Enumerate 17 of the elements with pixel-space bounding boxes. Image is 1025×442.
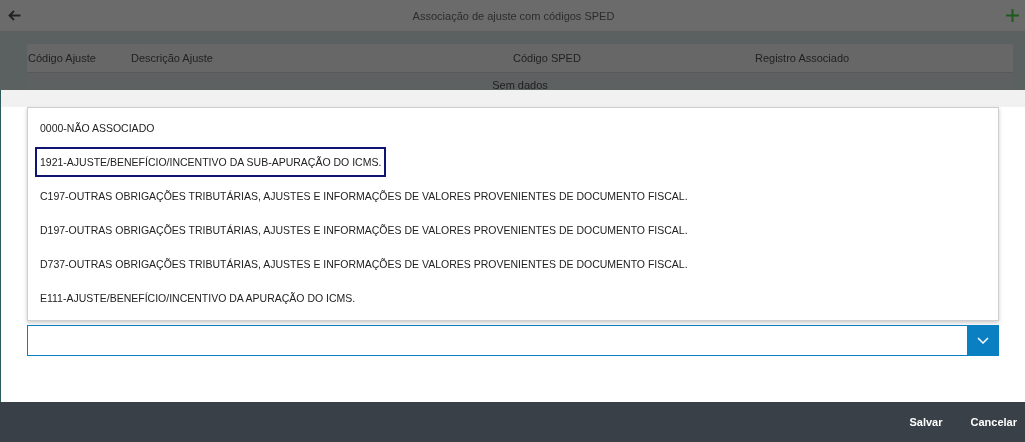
column-header: Código SPED xyxy=(513,52,582,64)
back-arrow-icon[interactable] xyxy=(8,10,21,21)
column-header: Descrição Ajuste xyxy=(131,52,214,64)
window-title: Associação de ajuste com códigos SPED xyxy=(412,9,615,22)
cancel-button[interactable]: Cancelar xyxy=(970,416,1017,428)
dropdown-option[interactable]: E111-AJUSTE/BENEFÍCIO/INCENTIVO DA APURAÇÃO DO ICMS. xyxy=(35,283,361,313)
dropdown-option[interactable]: 0000-NÃO ASSOCIADO xyxy=(35,113,160,143)
select-field[interactable] xyxy=(27,325,999,356)
dropdown-option[interactable]: D737-OUTRAS OBRIGAÇÕES TRIBUTÁRIAS, AJUSTES E INFORMAÇÕES DE VALORES PROVENIENTES DE DOCUMENTO FISCAL. xyxy=(35,249,693,279)
dropdown-option[interactable]: 1921-AJUSTE/BENEFÍCIO/INCENTIVO DA SUB-APURAÇÃO DO ICMS. xyxy=(35,147,387,177)
dropdown-option[interactable]: D197-OUTRAS OBRIGAÇÕES TRIBUTÁRIAS, AJUSTES E INFORMAÇÕES DE VALORES PROVENIENTES DE DOCUMENTO FISCAL. xyxy=(35,215,693,245)
dropdown-option[interactable]: C197-OUTRAS OBRIGAÇÕES TRIBUTÁRIAS, AJUSTES E INFORMAÇÕES DE VALORES PROVENIENTES DE DOCUMENTO FISCAL. xyxy=(35,181,693,211)
save-button[interactable]: Salvar xyxy=(909,416,943,428)
column-header: Código Ajuste xyxy=(27,52,97,64)
empty-message: Sem dados xyxy=(492,79,548,90)
column-header: Registro Associado xyxy=(755,52,851,64)
chevron-down-icon[interactable] xyxy=(976,337,989,344)
